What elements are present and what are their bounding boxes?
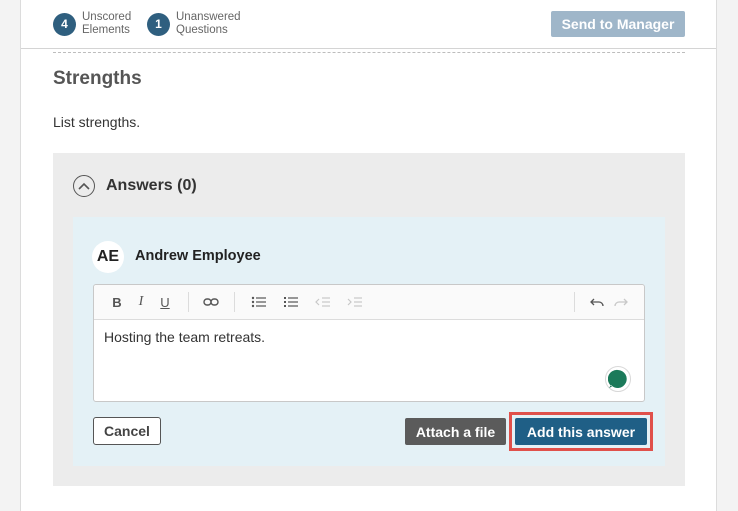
answers-section: Answers (0) AE Andrew Employee B I U Hos… [53, 153, 685, 486]
dashed-divider [53, 52, 685, 53]
unanswered-count-badge: 1 [147, 12, 170, 36]
editor-text[interactable]: Hosting the team retreats. [104, 329, 265, 345]
unanswered-questions-stat: 1 Unanswered Questions [147, 11, 241, 37]
add-answer-button[interactable]: Add this answer [515, 418, 647, 445]
add-answer-highlight: Add this answer [509, 412, 653, 451]
italic-icon[interactable]: I [132, 293, 150, 311]
editor-toolbar: B I U [94, 285, 644, 320]
answers-header[interactable]: Answers (0) [73, 175, 197, 197]
answer-editor: B I U Hosting the team retreats. [93, 284, 645, 402]
bold-icon[interactable]: B [108, 293, 126, 311]
writing-assistant-icon[interactable] [605, 366, 631, 392]
status-bar: 4 Unscored Elements 1 Unanswered Questio… [21, 0, 716, 49]
outdent-icon[interactable] [314, 293, 332, 311]
underline-icon[interactable]: U [156, 293, 174, 311]
unscored-label: Unscored Elements [82, 11, 132, 36]
numbered-list-icon[interactable] [282, 293, 300, 311]
section-description: List strengths. [53, 114, 141, 130]
unanswered-label: Unanswered Questions [176, 11, 241, 36]
answers-header-label: Answers (0) [106, 177, 197, 194]
avatar: AE [92, 241, 124, 273]
toolbar-divider [234, 292, 235, 312]
link-icon[interactable] [202, 293, 220, 311]
answer-card: AE Andrew Employee B I U Hosting the tea… [73, 217, 665, 466]
unscored-elements-stat: 4 Unscored Elements [53, 11, 131, 37]
toolbar-divider [188, 292, 189, 312]
main-panel: 4 Unscored Elements 1 Unanswered Questio… [20, 0, 717, 511]
toolbar-divider [574, 292, 575, 312]
bulleted-list-icon[interactable] [250, 293, 268, 311]
redo-icon[interactable] [612, 293, 630, 311]
indent-icon[interactable] [346, 293, 364, 311]
unscored-count-badge: 4 [53, 12, 76, 36]
author-name: Andrew Employee [135, 248, 261, 264]
cancel-button[interactable]: Cancel [93, 417, 161, 445]
undo-icon[interactable] [588, 293, 606, 311]
attach-file-button[interactable]: Attach a file [405, 418, 506, 445]
section-title: Strengths [53, 68, 142, 89]
collapse-toggle-icon[interactable] [73, 175, 95, 197]
send-to-manager-button[interactable]: Send to Manager [551, 11, 685, 37]
